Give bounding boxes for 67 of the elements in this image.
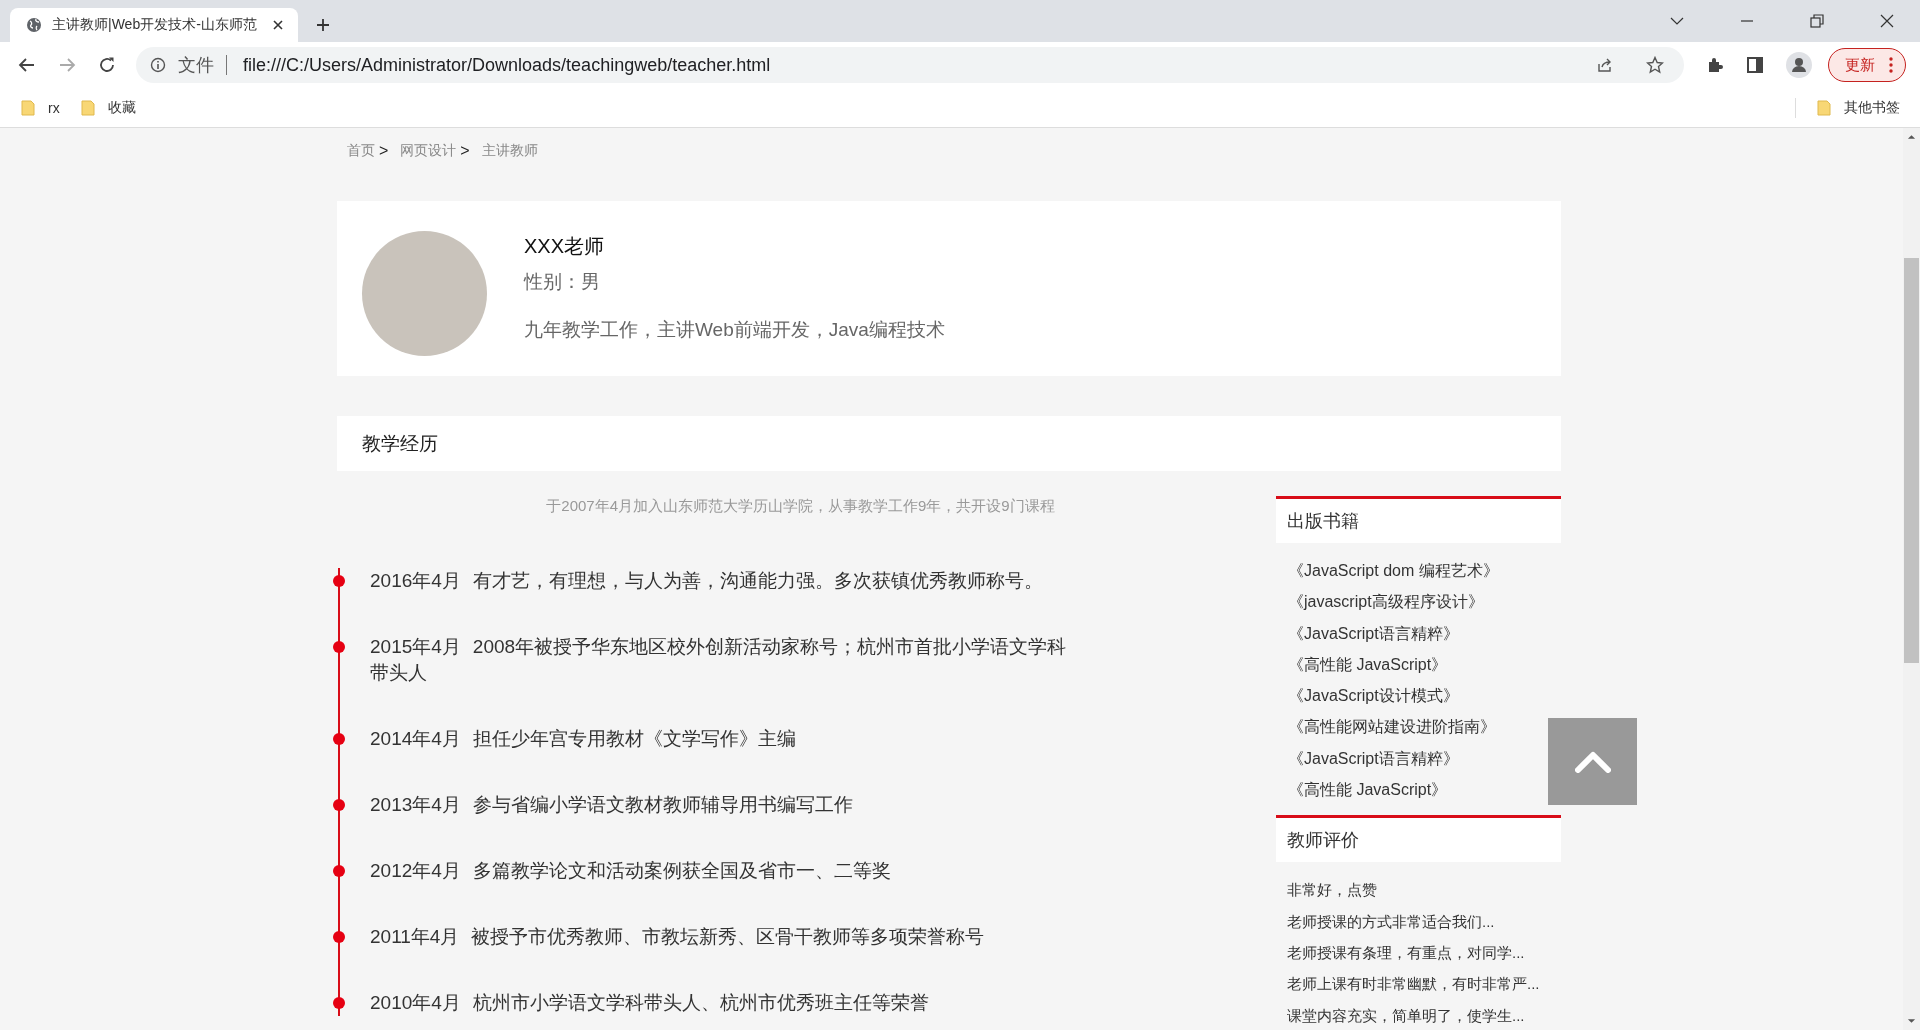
- review-link[interactable]: 老师授课的方式非常适合我们...: [1287, 905, 1495, 937]
- scroll-down-arrow-icon[interactable]: [1907, 1018, 1916, 1024]
- folder-icon: [79, 99, 96, 116]
- review-link[interactable]: 老师上课有时非常幽默，有时非常严...: [1287, 968, 1540, 1000]
- timeline-dot: [333, 641, 345, 653]
- close-icon[interactable]: [272, 19, 284, 31]
- timeline-entry: 2010年4月 杭州市小学语文学科带头人、杭州市优秀班主任等荣誉: [370, 991, 930, 1015]
- book-link[interactable]: 《JavaScript dom 编程艺术》: [1288, 555, 1499, 587]
- review-link[interactable]: 非常好，点赞: [1287, 874, 1377, 906]
- book-link[interactable]: 《高性能网站建设进阶指南》: [1288, 711, 1496, 743]
- back-arrow-icon[interactable]: [18, 56, 36, 74]
- book-link[interactable]: 《JavaScript语言精粹》: [1288, 617, 1459, 649]
- breadcrumb-separator: >: [460, 142, 470, 160]
- timeline-dot: [333, 997, 345, 1009]
- timeline-entry: 2016年4月 有才艺，有理想，与人为善，沟通能力强。多次获镇优秀教师称号。: [370, 569, 1044, 593]
- timeline-entry: 2013年4月 参与省编小学语文教材教师辅导用书编写工作: [370, 793, 854, 817]
- book-link[interactable]: 《JavaScript语言精粹》: [1288, 742, 1459, 775]
- review-link[interactable]: 课堂内容充实，简单明了，使学生...: [1287, 999, 1525, 1030]
- star-icon[interactable]: [1646, 56, 1664, 74]
- puzzle-icon[interactable]: [1706, 56, 1724, 74]
- sidebar-title: 出版书籍: [1287, 510, 1359, 533]
- restore-icon[interactable]: [1810, 14, 1824, 28]
- folder-icon: [1816, 99, 1832, 116]
- breadcrumb-separator: >: [379, 142, 389, 160]
- book-link[interactable]: 《高性能 JavaScript》: [1288, 648, 1448, 681]
- tab-title: 主讲教师|Web开发技术-山东师范: [52, 16, 258, 34]
- timeline-dot: [333, 733, 345, 745]
- reload-icon[interactable]: [98, 56, 116, 74]
- scroll-up-arrow-icon[interactable]: [1907, 134, 1916, 140]
- browser-tab[interactable]: 主讲教师|Web开发技术-山东师范: [10, 8, 298, 42]
- bookmark-folder[interactable]: 其他书签: [1816, 98, 1900, 117]
- timeline-entry: 2012年4月 多篇教学论文和活动案例获全国及省市一、二等奖: [370, 859, 892, 883]
- scrollbar[interactable]: [1903, 128, 1920, 1030]
- update-button[interactable]: 更新: [1828, 48, 1906, 82]
- book-link[interactable]: 《JavaScript设计模式》: [1288, 680, 1459, 712]
- timeline-dot: [333, 931, 345, 943]
- gender-text: 性别：男: [524, 270, 601, 294]
- intro-text: 于2007年4月加入山东师范大学历山学院，从事教学工作9年，共开设9门课程: [545, 496, 1056, 516]
- sidebar-title: 教师评价: [1287, 829, 1359, 853]
- info-icon: [150, 57, 166, 73]
- side-panel-icon[interactable]: [1746, 56, 1764, 74]
- address-bar[interactable]: 文件 file:///C:/Users/Administrator/Downloads/teachingweb/teacher.html: [136, 47, 1684, 83]
- timeline-dot: [333, 575, 345, 587]
- review-link[interactable]: 老师授课有条理，有重点，对同学...: [1287, 936, 1525, 969]
- back-to-top-button[interactable]: [1548, 718, 1637, 805]
- timeline-dot: [333, 865, 345, 877]
- profile-icon[interactable]: [1786, 52, 1812, 78]
- timeline-entry: 2011年4月 被授予市优秀教师、市教坛新秀、区骨干教师等多项荣誉称号: [370, 925, 986, 949]
- section-title: 教学经历: [362, 431, 438, 456]
- book-link[interactable]: 《javascript高级程序设计》: [1288, 586, 1484, 618]
- book-link[interactable]: 《高性能 JavaScript》: [1288, 774, 1448, 806]
- timeline-entry: 2014年4月 担任少年宫专用教材《文学写作》主编: [370, 727, 797, 751]
- bookmark[interactable]: rx: [20, 99, 60, 116]
- share-icon[interactable]: [1596, 56, 1614, 74]
- globe-icon: [26, 17, 42, 33]
- close-icon[interactable]: [1880, 14, 1894, 28]
- timeline-entry: 2015年4月 2008年被授予华东地区校外创新活动家称号；杭州市首批小学语文学科带头人: [370, 635, 1068, 685]
- folder-icon: [20, 99, 36, 116]
- url-text: file:///C:/Users/Administrator/Downloads/teachingweb/teacher.html: [243, 54, 771, 76]
- teacher-name: XXX老师: [524, 234, 606, 259]
- timeline-dot: [333, 799, 345, 811]
- address-prefix: 文件: [178, 54, 214, 77]
- summary-text: 九年教学工作，主讲Web前端开发，Java编程技术: [524, 318, 945, 342]
- new-tab-icon[interactable]: [316, 18, 330, 32]
- chevron-up-icon: [1574, 750, 1611, 773]
- bookmark[interactable]: 收藏: [79, 98, 136, 117]
- more-icon[interactable]: [1889, 57, 1893, 73]
